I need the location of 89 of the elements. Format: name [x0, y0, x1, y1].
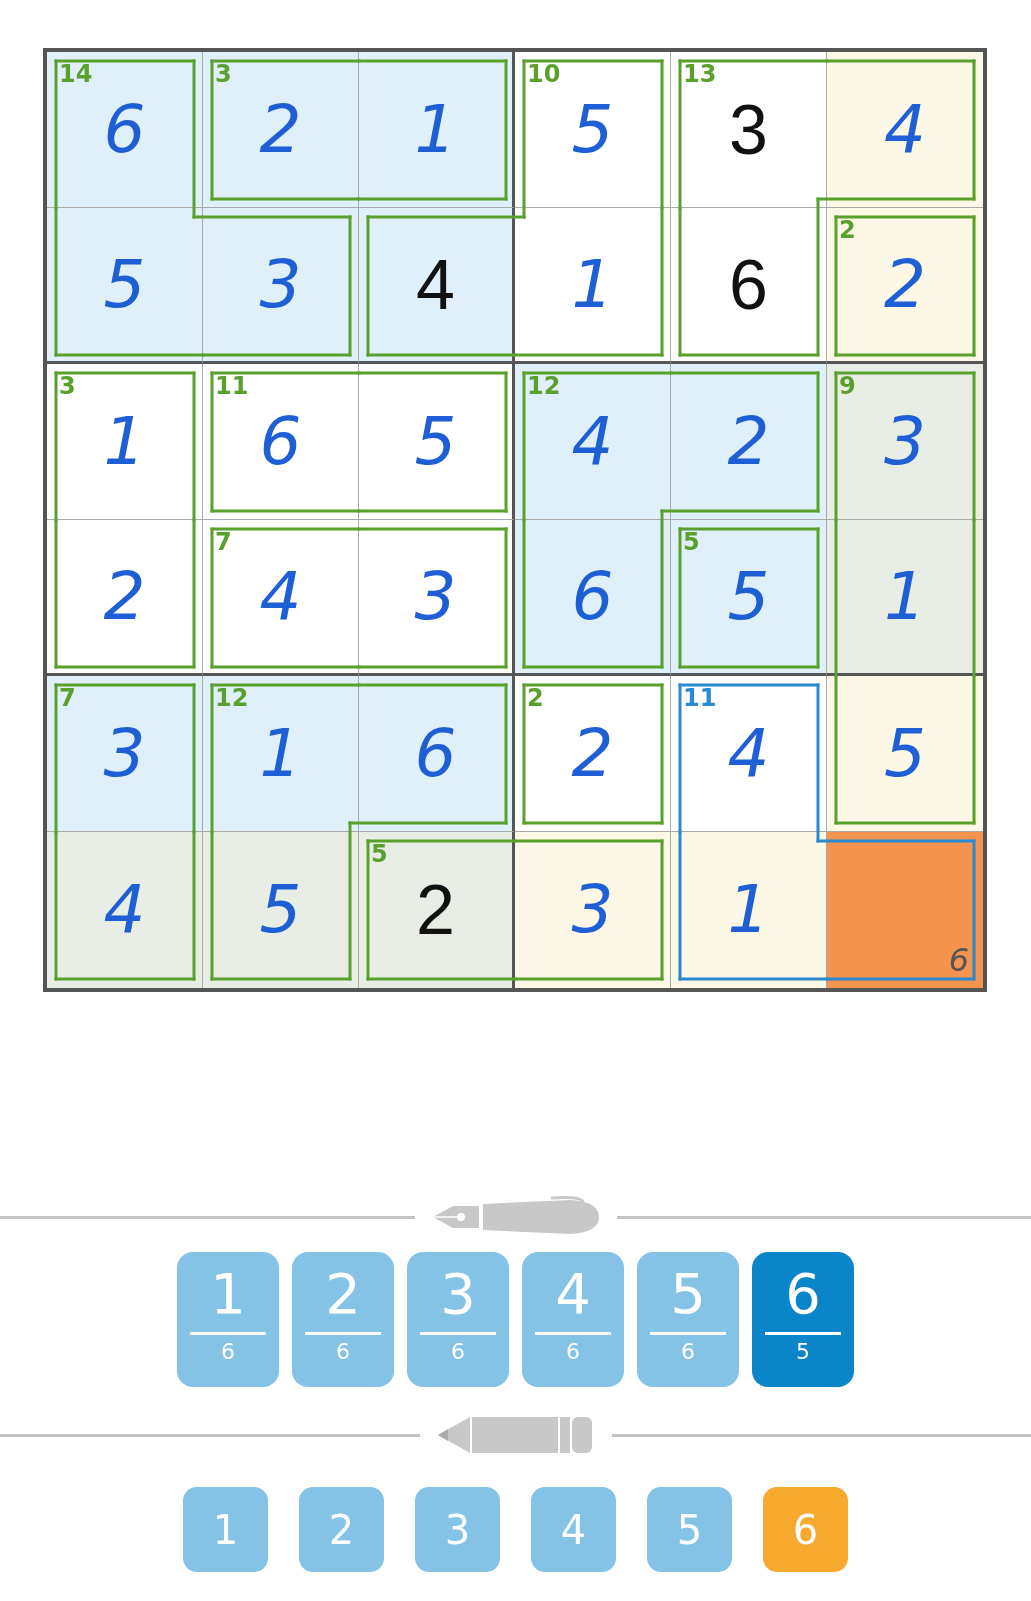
- board-cell[interactable]: 5: [359, 364, 515, 520]
- cage-sum: 5: [683, 530, 700, 554]
- board-cell[interactable]: 4 12: [515, 364, 671, 520]
- cell-digit: 2: [727, 408, 770, 475]
- cell-digit: 4: [259, 563, 302, 630]
- board-cell[interactable]: 3: [359, 520, 515, 676]
- cage-sum: 3: [59, 374, 76, 398]
- cell-digit: 4: [727, 720, 770, 787]
- cell-digit: 2: [103, 563, 146, 630]
- board-cell[interactable]: 3: [515, 832, 671, 988]
- board-cell[interactable]: 5: [827, 676, 983, 832]
- cage-sum: 14: [59, 62, 93, 86]
- board-cell[interactable]: 2: [47, 520, 203, 676]
- cage-sum: 11: [215, 374, 249, 398]
- board-cell[interactable]: 2 2: [827, 208, 983, 364]
- cell-digit: 5: [259, 877, 302, 943]
- cage-sum: 7: [215, 530, 232, 554]
- board-cell[interactable]: 4: [47, 832, 203, 988]
- cell-digit: 3: [729, 94, 768, 165]
- cell-digit: 5: [884, 720, 926, 787]
- cell-digit: 6: [729, 249, 768, 320]
- cell-digit: 2: [416, 875, 455, 945]
- board-cell[interactable]: 6: [359, 676, 515, 832]
- board-cell[interactable]: 2 3: [203, 52, 359, 208]
- cage-sum: 2: [527, 686, 544, 710]
- pencil-mark: 6: [948, 944, 969, 976]
- cell-digit: 6: [103, 96, 146, 163]
- cage-sum: 3: [215, 62, 232, 86]
- board-cell[interactable]: 3: [203, 208, 359, 364]
- cell-digit: 4: [571, 408, 614, 475]
- cell-digit: 4: [416, 249, 455, 320]
- board-cell[interactable]: 3 9: [827, 364, 983, 520]
- board-cell[interactable]: 2: [671, 364, 827, 520]
- cage-sum: 7: [59, 686, 76, 710]
- board-cell[interactable]: 1: [515, 208, 671, 364]
- cage-sum: 13: [683, 62, 717, 86]
- board-cell[interactable]: 1 3: [47, 364, 203, 520]
- board-cell[interactable]: 5 5: [671, 520, 827, 676]
- cell-digit: 1: [103, 408, 146, 475]
- board-cell[interactable]: 5 10: [515, 52, 671, 208]
- board-cell[interactable]: 4: [827, 52, 983, 208]
- board-cell[interactable]: 4 11: [671, 676, 827, 832]
- cell-digit: 3: [571, 877, 614, 943]
- cell-digit: 6: [571, 563, 614, 630]
- board-cell[interactable]: 1: [671, 832, 827, 988]
- cell-digit: 5: [727, 563, 770, 630]
- board-cell[interactable]: 1: [827, 520, 983, 676]
- cell-digit: 5: [414, 408, 457, 475]
- cell-digit: 3: [414, 563, 457, 630]
- cell-digit: 1: [571, 251, 614, 318]
- cage-sum: 5: [371, 842, 388, 866]
- cell-digit: 6: [259, 408, 302, 475]
- board-cell[interactable]: 6 14: [47, 52, 203, 208]
- board-cell[interactable]: 4: [359, 208, 515, 364]
- cell-digit: 3: [103, 720, 146, 787]
- cage-sum: 12: [527, 374, 561, 398]
- cage-sum: 11: [683, 686, 717, 710]
- cell-digit: 4: [103, 877, 146, 943]
- cell-digit: 4: [884, 96, 926, 163]
- cell-digit: 5: [571, 96, 614, 163]
- cell-digit: 1: [259, 720, 302, 787]
- board-cell[interactable]: 6: [671, 208, 827, 364]
- cell-digit: 1: [414, 96, 457, 163]
- board-cell[interactable]: 1: [359, 52, 515, 208]
- digit-button[interactable]: 6 5: [752, 1252, 854, 1387]
- cage-sum: 10: [527, 62, 561, 86]
- board-cell[interactable]: 4 7: [203, 520, 359, 676]
- cell-digit: 2: [571, 720, 614, 787]
- cell-digit: 5: [103, 251, 146, 318]
- board-cell[interactable]: 5: [203, 832, 359, 988]
- cage-sum: 2: [839, 218, 856, 242]
- board-cell[interactable]: 5: [47, 208, 203, 364]
- board-cell[interactable]: 3 7: [47, 676, 203, 832]
- board-cell[interactable]: 2 5: [359, 832, 515, 988]
- cage-sum: 12: [215, 686, 249, 710]
- cell-digit: 2: [884, 251, 926, 318]
- board-cell[interactable]: 6: [827, 832, 983, 988]
- cell-digit: 6: [414, 720, 457, 787]
- board-cell[interactable]: 1 12: [203, 676, 359, 832]
- cell-digit: 2: [259, 96, 302, 163]
- cell-digit: 3: [259, 251, 302, 318]
- board-cell[interactable]: 3 13: [671, 52, 827, 208]
- cage-sum: 9: [839, 374, 856, 398]
- cell-digit: 1: [884, 563, 926, 630]
- board-cell[interactable]: 6 11: [203, 364, 359, 520]
- board-cell[interactable]: 2 2: [515, 676, 671, 832]
- board-cell[interactable]: 6: [515, 520, 671, 676]
- cell-digit: 3: [884, 408, 926, 475]
- cell-digit: 1: [727, 877, 770, 943]
